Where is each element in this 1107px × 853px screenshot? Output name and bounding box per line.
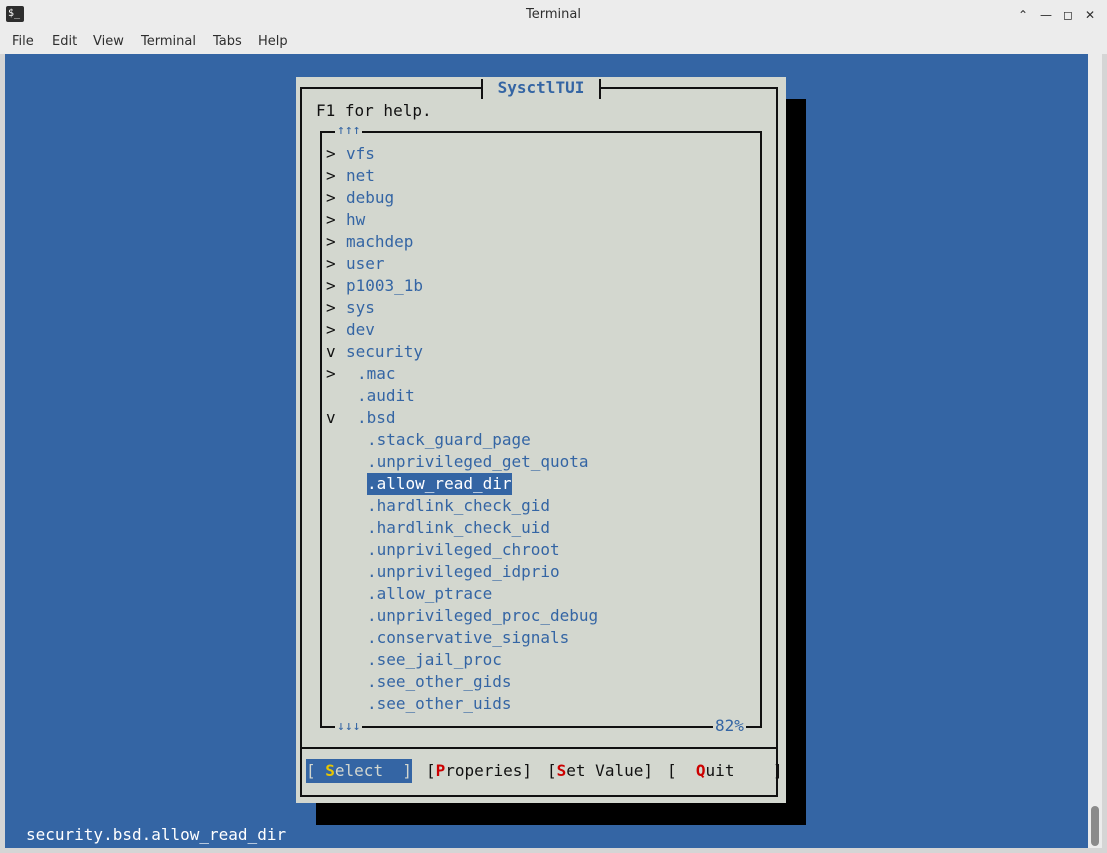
menu-help[interactable]: Help — [258, 30, 288, 54]
tree-item-label[interactable]: .hardlink_check_uid — [367, 517, 550, 539]
tree-expander[interactable]: > — [326, 363, 340, 385]
tree-item-label[interactable]: net — [346, 165, 375, 187]
tree-item-label[interactable]: .audit — [357, 385, 415, 407]
properties-button[interactable]: [Properies] — [426, 759, 532, 783]
tree-expander[interactable]: > — [326, 319, 340, 341]
tree-item-label[interactable]: .hardlink_check_gid — [367, 495, 550, 517]
tree-item-label[interactable]: .unprivileged_get_quota — [367, 451, 589, 473]
tree-expander[interactable]: v — [326, 407, 340, 429]
tree-item-label[interactable]: .bsd — [357, 407, 396, 429]
menu-tabs[interactable]: Tabs — [213, 30, 242, 54]
status-line: security.bsd.allow_read_dir — [26, 825, 287, 844]
tree-expander[interactable]: > — [326, 231, 340, 253]
tree-item-label[interactable]: .conservative_signals — [367, 627, 569, 649]
menu-edit[interactable]: Edit — [52, 30, 77, 54]
menu-terminal[interactable]: Terminal — [141, 30, 196, 54]
scroll-percent: 82% — [713, 716, 746, 735]
tree-item-label[interactable]: p1003_1b — [346, 275, 423, 297]
help-hint: F1 for help. — [316, 101, 432, 120]
tree-item-label[interactable]: user — [346, 253, 385, 275]
tree-item-selected[interactable]: .allow_read_dir — [367, 473, 512, 495]
terminal-scrollbar[interactable] — [1088, 54, 1102, 848]
tree-expander[interactable]: > — [326, 143, 340, 165]
tree-item-label[interactable]: .see_jail_proc — [367, 649, 502, 671]
scroll-down-indicator[interactable]: ↓↓↓ — [335, 720, 363, 734]
tree-expander[interactable]: v — [326, 341, 340, 363]
tree-item-label[interactable]: sys — [346, 297, 375, 319]
tree-expander[interactable]: > — [326, 275, 340, 297]
menu-file[interactable]: File — [12, 30, 34, 54]
scrollbar-thumb[interactable] — [1091, 806, 1099, 846]
menu-bar: File Edit View Terminal Tabs Help — [0, 30, 1107, 54]
tree-item-label[interactable]: .stack_guard_page — [367, 429, 531, 451]
menu-view[interactable]: View — [93, 30, 124, 54]
close-button[interactable]: ✕ — [1080, 5, 1100, 25]
restore-button[interactable]: ◻ — [1058, 5, 1078, 25]
tree-item-label[interactable]: .mac — [357, 363, 396, 385]
window-title: Terminal — [526, 7, 581, 22]
button-separator — [300, 747, 778, 749]
maximize-up-icon[interactable]: ⌃ — [1013, 5, 1033, 25]
sysctl-dialog: SysctlTUI F1 for help. ↑↑↑ ↓↓↓ 82% > vfs >… — [296, 77, 786, 803]
tree-item-label[interactable]: .see_other_uids — [367, 693, 512, 715]
tree-expander[interactable]: > — [326, 297, 340, 319]
set-value-button[interactable]: [Set Value] — [547, 759, 653, 783]
button-bar: [ Select ] [Properies] [Set Value] [ Qui… — [306, 759, 783, 783]
tree-item-label[interactable]: debug — [346, 187, 394, 209]
window-titlebar[interactable]: $_ Terminal ⌃ — ◻ ✕ — [0, 0, 1107, 31]
tree-item-label[interactable]: dev — [346, 319, 375, 341]
terminal-area[interactable]: SysctlTUI F1 for help. ↑↑↑ ↓↓↓ 82% > vfs >… — [5, 54, 1088, 848]
tree-expander[interactable]: > — [326, 209, 340, 231]
quit-button[interactable]: [ Quit ] — [667, 759, 783, 783]
tree-item-label[interactable]: .unprivileged_proc_debug — [367, 605, 598, 627]
tree-expander[interactable]: > — [326, 253, 340, 275]
tree-item-label[interactable]: .unprivileged_idprio — [367, 561, 560, 583]
tree-item-label[interactable]: security — [346, 341, 423, 363]
tree-item-label[interactable]: machdep — [346, 231, 413, 253]
tree-item-label[interactable]: .unprivileged_chroot — [367, 539, 560, 561]
scroll-up-indicator[interactable]: ↑↑↑ — [335, 124, 363, 138]
select-button[interactable]: [ Select ] — [306, 759, 412, 783]
tree-item-label[interactable]: .see_other_gids — [367, 671, 512, 693]
tree-item-label[interactable]: vfs — [346, 143, 375, 165]
minimize-button[interactable]: — — [1036, 5, 1056, 25]
tree-expander[interactable]: > — [326, 165, 340, 187]
dialog-title: SysctlTUI — [481, 77, 601, 99]
tree-expander[interactable]: > — [326, 187, 340, 209]
tree-item-label[interactable]: hw — [346, 209, 365, 231]
tree-item-label[interactable]: .allow_ptrace — [367, 583, 492, 605]
